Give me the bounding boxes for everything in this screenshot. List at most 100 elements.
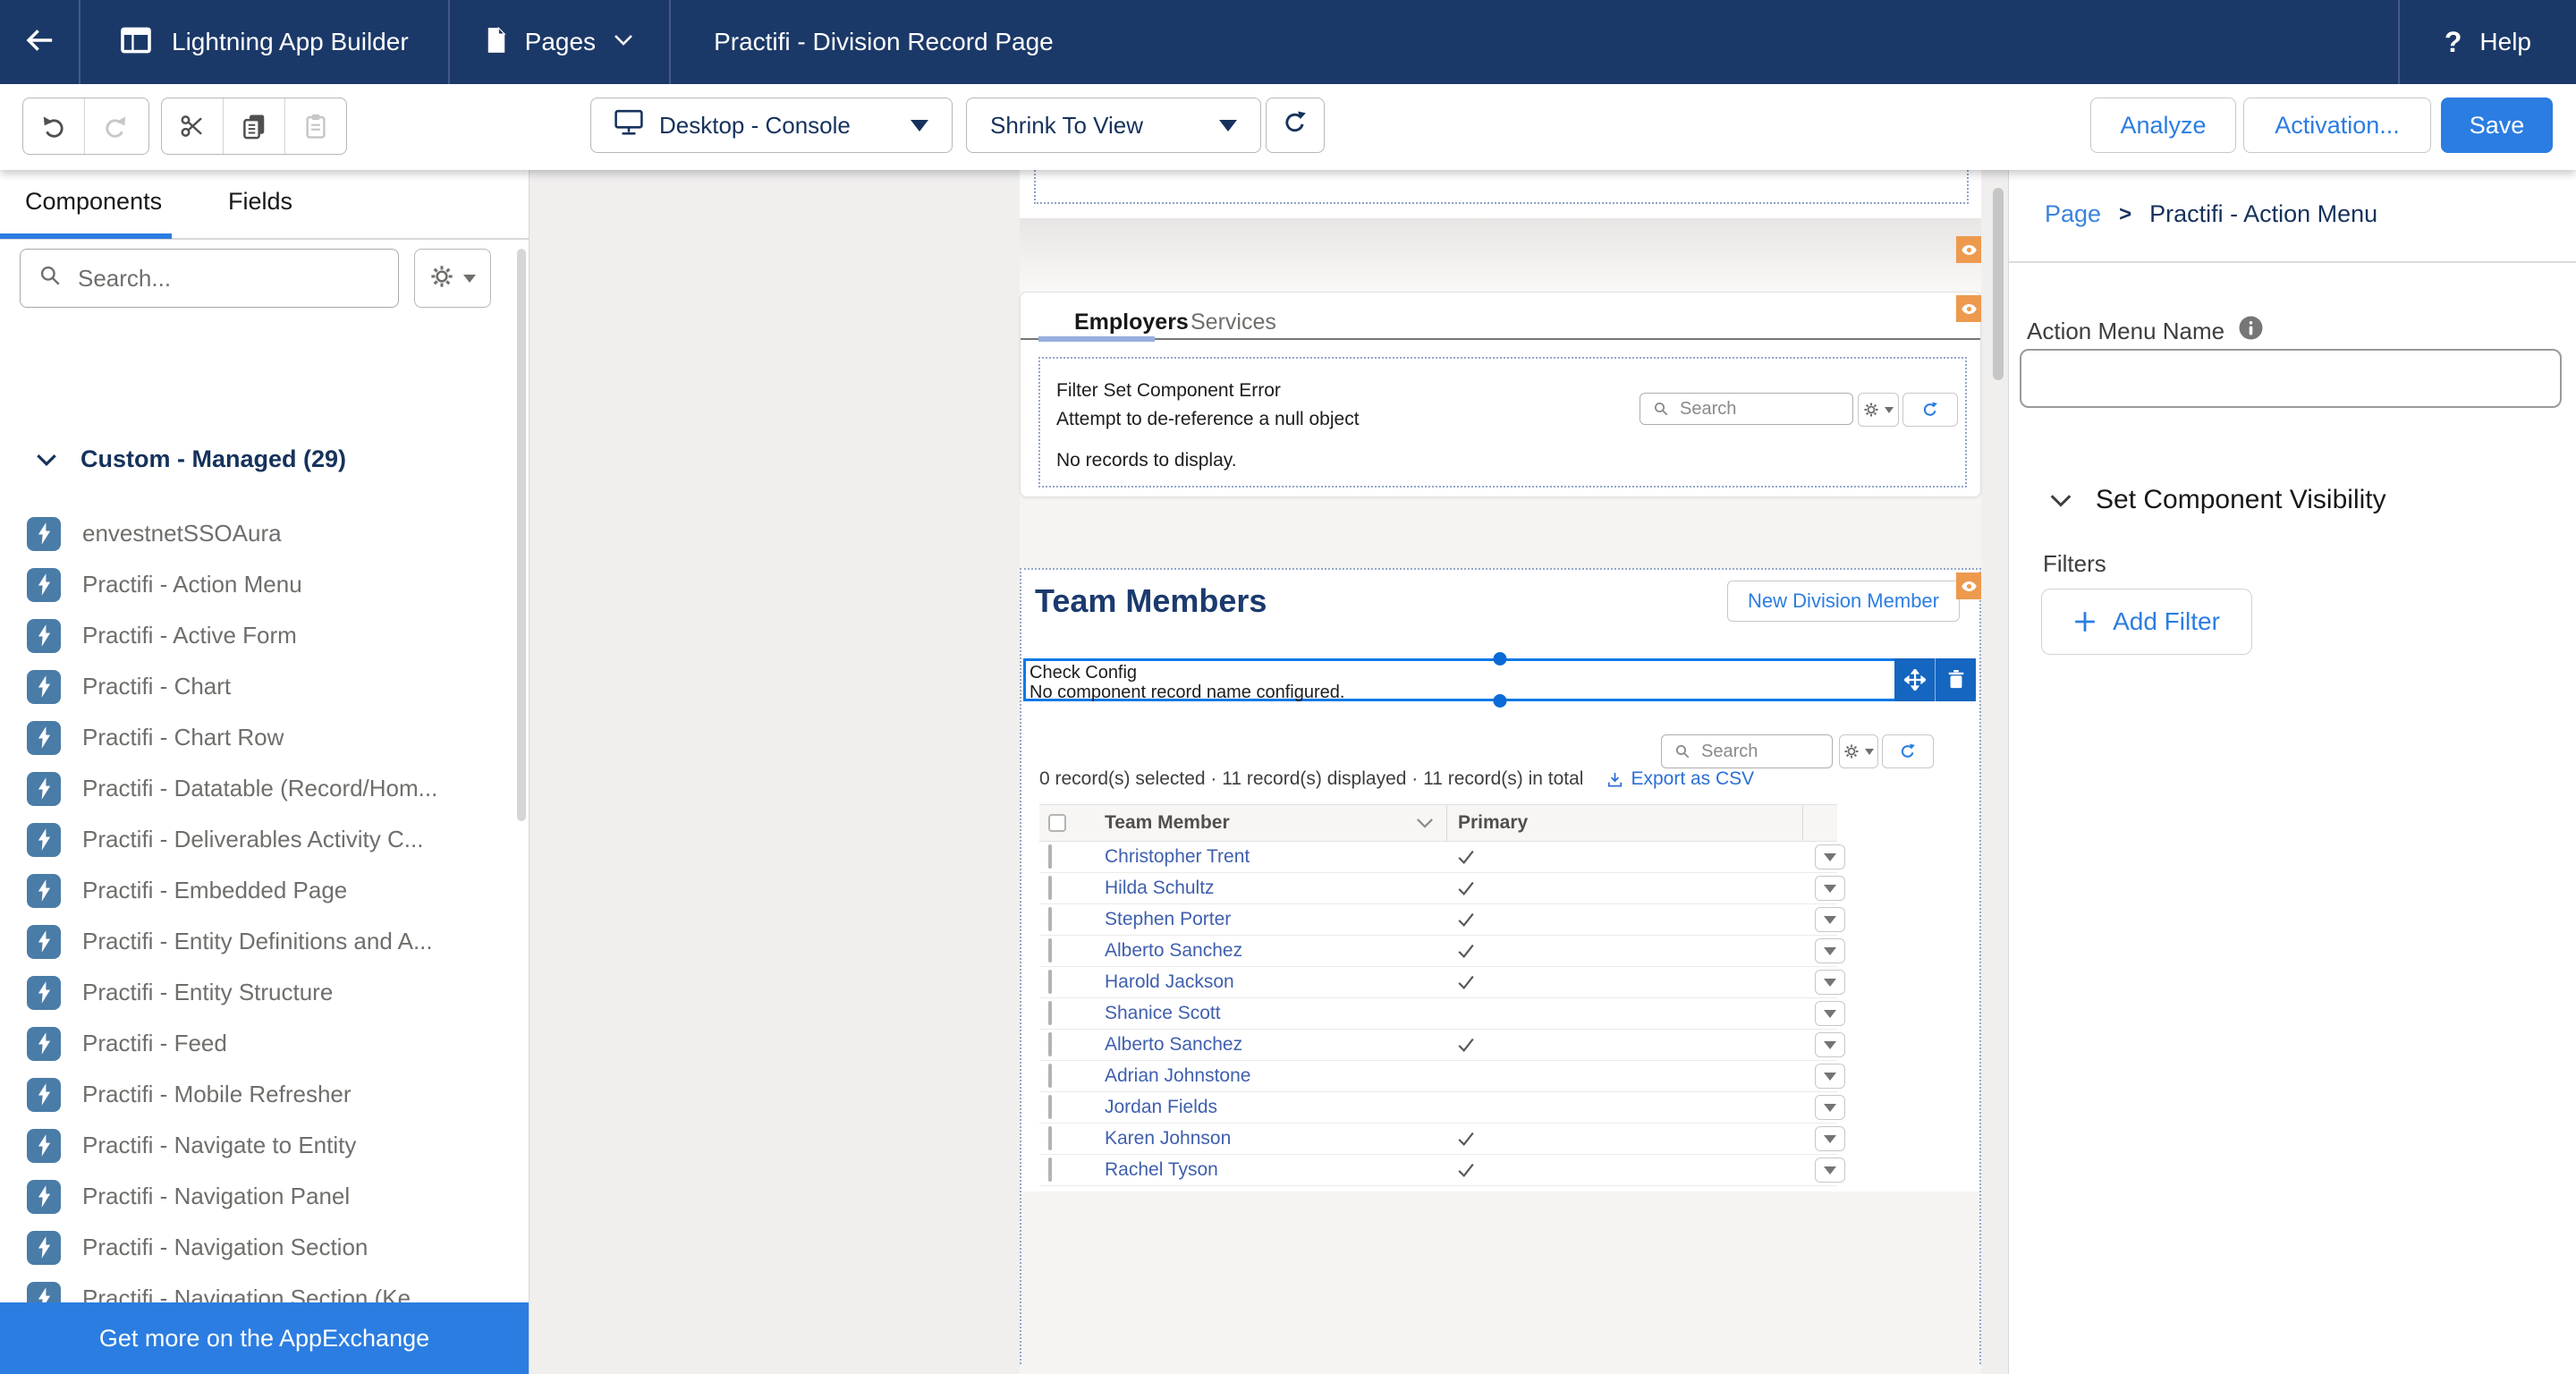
action-menu-name-input[interactable] — [2020, 349, 2562, 408]
team-member-link[interactable]: Harold Jackson — [1105, 971, 1234, 992]
row-actions-button[interactable] — [1815, 1032, 1845, 1057]
table-row[interactable]: Rachel Tyson — [1039, 1155, 1845, 1186]
sidebar-component-item[interactable]: Practifi - Action Menu — [0, 559, 514, 610]
sidebar-component-item[interactable]: Practifi - Embedded Page — [0, 865, 514, 916]
team-member-link[interactable]: Hilda Schultz — [1105, 878, 1215, 898]
visibility-badge[interactable] — [1956, 295, 1981, 322]
team-member-link[interactable]: Alberto Sanchez — [1105, 1034, 1242, 1055]
tabs-component[interactable]: Employers Services Filter Set Component … — [1020, 292, 1981, 497]
row-checkbox[interactable] — [1048, 1095, 1052, 1119]
canvas-vertical-scrollbar[interactable] — [1993, 188, 2004, 380]
add-filter-button[interactable]: Add Filter — [2041, 589, 2252, 655]
row-actions-button[interactable] — [1815, 876, 1845, 901]
row-actions-button[interactable] — [1815, 970, 1845, 995]
team-member-link[interactable]: Karen Johnson — [1105, 1128, 1231, 1149]
sidebar-component-item[interactable]: Practifi - Entity Structure — [0, 967, 514, 1018]
table-row[interactable]: Harold Jackson — [1039, 967, 1845, 998]
table-row[interactable]: Adrian Johnstone — [1039, 1061, 1845, 1092]
team-member-link[interactable]: Christopher Trent — [1105, 846, 1250, 867]
sidebar-component-item[interactable]: Practifi - Active Form — [0, 610, 514, 661]
table-row[interactable]: Alberto Sanchez — [1039, 936, 1845, 967]
analyze-button[interactable]: Analyze — [2090, 98, 2236, 153]
row-actions-button[interactable] — [1815, 938, 1845, 963]
filter-settings-button[interactable] — [1858, 393, 1899, 427]
sidebar-component-item[interactable]: Practifi - Navigation Panel — [0, 1171, 514, 1222]
filter-set-component[interactable]: Filter Set Component Error Attempt to de… — [1038, 357, 1967, 488]
set-component-visibility-section[interactable]: Set Component Visibility — [2049, 485, 2386, 515]
table-row[interactable]: Karen Johnson — [1039, 1124, 1845, 1155]
column-header-team-member[interactable]: Team Member — [1080, 805, 1447, 841]
table-row[interactable]: Jordan Fields — [1039, 1092, 1845, 1124]
sidebar-component-item[interactable]: Practifi - Chart Row — [0, 712, 514, 763]
row-checkbox[interactable] — [1048, 1126, 1052, 1150]
help-button[interactable]: ? Help — [2400, 0, 2576, 84]
partial-component-outline[interactable] — [1034, 166, 1969, 204]
filter-refresh-button[interactable] — [1902, 393, 1958, 427]
team-refresh-button[interactable] — [1882, 734, 1934, 768]
table-row[interactable]: Shanice Scott — [1039, 998, 1845, 1030]
row-actions-button[interactable] — [1815, 1001, 1845, 1026]
table-row[interactable]: Christopher Trent — [1039, 842, 1845, 873]
row-actions-button[interactable] — [1815, 1158, 1845, 1183]
paste-button[interactable] — [284, 98, 346, 154]
new-division-member-button[interactable]: New Division Member — [1727, 581, 1960, 622]
activation-button[interactable]: Activation... — [2243, 98, 2431, 153]
refresh-button[interactable] — [1266, 98, 1325, 153]
sidebar-scrollbar[interactable] — [517, 249, 526, 821]
sidebar-component-item[interactable]: Practifi - Navigation Section — [0, 1222, 514, 1273]
row-checkbox[interactable] — [1048, 938, 1052, 963]
preview-tab-employers[interactable]: Employers — [1074, 310, 1189, 335]
row-checkbox[interactable] — [1048, 844, 1052, 869]
undo-button[interactable] — [23, 98, 84, 154]
cut-button[interactable] — [162, 98, 223, 154]
sidebar-component-item[interactable]: Practifi - Navigate to Entity — [0, 1120, 514, 1171]
selected-component-check-config[interactable]: Check Config No component record name co… — [1023, 652, 1976, 708]
selection-handle-top[interactable] — [1493, 652, 1506, 666]
sidebar-component-item[interactable]: Practifi - Mobile Refresher — [0, 1069, 514, 1120]
team-member-link[interactable]: Adrian Johnstone — [1105, 1065, 1250, 1086]
sidebar-component-item[interactable]: Practifi - Datatable (Record/Hom... — [0, 763, 514, 814]
back-button[interactable] — [0, 0, 79, 84]
preview-tab-services[interactable]: Services — [1191, 310, 1276, 335]
tab-components[interactable]: Components — [25, 188, 162, 216]
sidebar-component-item[interactable]: Practifi - Chart — [0, 661, 514, 712]
move-component-button[interactable] — [1894, 658, 1935, 701]
team-member-link[interactable]: Jordan Fields — [1105, 1097, 1217, 1117]
row-checkbox[interactable] — [1048, 1032, 1052, 1056]
row-checkbox[interactable] — [1048, 1158, 1052, 1182]
breadcrumb-page-link[interactable]: Page — [2045, 200, 2101, 228]
table-row[interactable]: Hilda Schultz — [1039, 873, 1845, 904]
save-button[interactable]: Save — [2441, 98, 2553, 153]
select-all-checkbox[interactable] — [1048, 814, 1066, 832]
appexchange-banner[interactable]: Get more on the AppExchange — [0, 1302, 529, 1374]
sidebar-component-item[interactable]: envestnetSSOAura — [0, 508, 514, 559]
copy-button[interactable] — [223, 98, 284, 154]
pages-menu[interactable]: Pages — [450, 0, 669, 84]
team-settings-button[interactable] — [1839, 734, 1878, 768]
selection-handle-bottom[interactable] — [1493, 694, 1506, 708]
table-row[interactable]: Stephen Porter — [1039, 904, 1845, 936]
team-members-component[interactable]: Team Members New Division Member Check C… — [1020, 568, 1981, 1364]
section-custom-managed[interactable]: Custom - Managed (29) — [36, 445, 346, 473]
team-member-link[interactable]: Stephen Porter — [1105, 909, 1231, 929]
row-checkbox[interactable] — [1048, 1001, 1052, 1025]
component-search-input[interactable]: Search... — [20, 249, 399, 308]
row-checkbox[interactable] — [1048, 907, 1052, 931]
sidebar-component-item[interactable]: Practifi - Deliverables Activity C... — [0, 814, 514, 865]
team-member-link[interactable]: Rachel Tyson — [1105, 1159, 1218, 1180]
row-actions-button[interactable] — [1815, 1126, 1845, 1151]
team-member-link[interactable]: Alberto Sanchez — [1105, 940, 1242, 961]
row-checkbox[interactable] — [1048, 1064, 1052, 1088]
redo-button[interactable] — [84, 98, 146, 154]
row-actions-button[interactable] — [1815, 1064, 1845, 1089]
highlights-panel-placeholder[interactable] — [1020, 218, 1981, 292]
row-actions-button[interactable] — [1815, 907, 1845, 932]
row-actions-button[interactable] — [1815, 844, 1845, 869]
visibility-badge[interactable] — [1956, 572, 1981, 599]
team-search-input[interactable]: Search — [1661, 734, 1833, 768]
row-actions-button[interactable] — [1815, 1095, 1845, 1120]
device-selector[interactable]: Desktop - Console — [590, 98, 953, 153]
tab-fields[interactable]: Fields — [228, 188, 292, 216]
table-row[interactable]: Alberto Sanchez — [1039, 1030, 1845, 1061]
filter-search-input[interactable]: Search — [1640, 393, 1853, 425]
